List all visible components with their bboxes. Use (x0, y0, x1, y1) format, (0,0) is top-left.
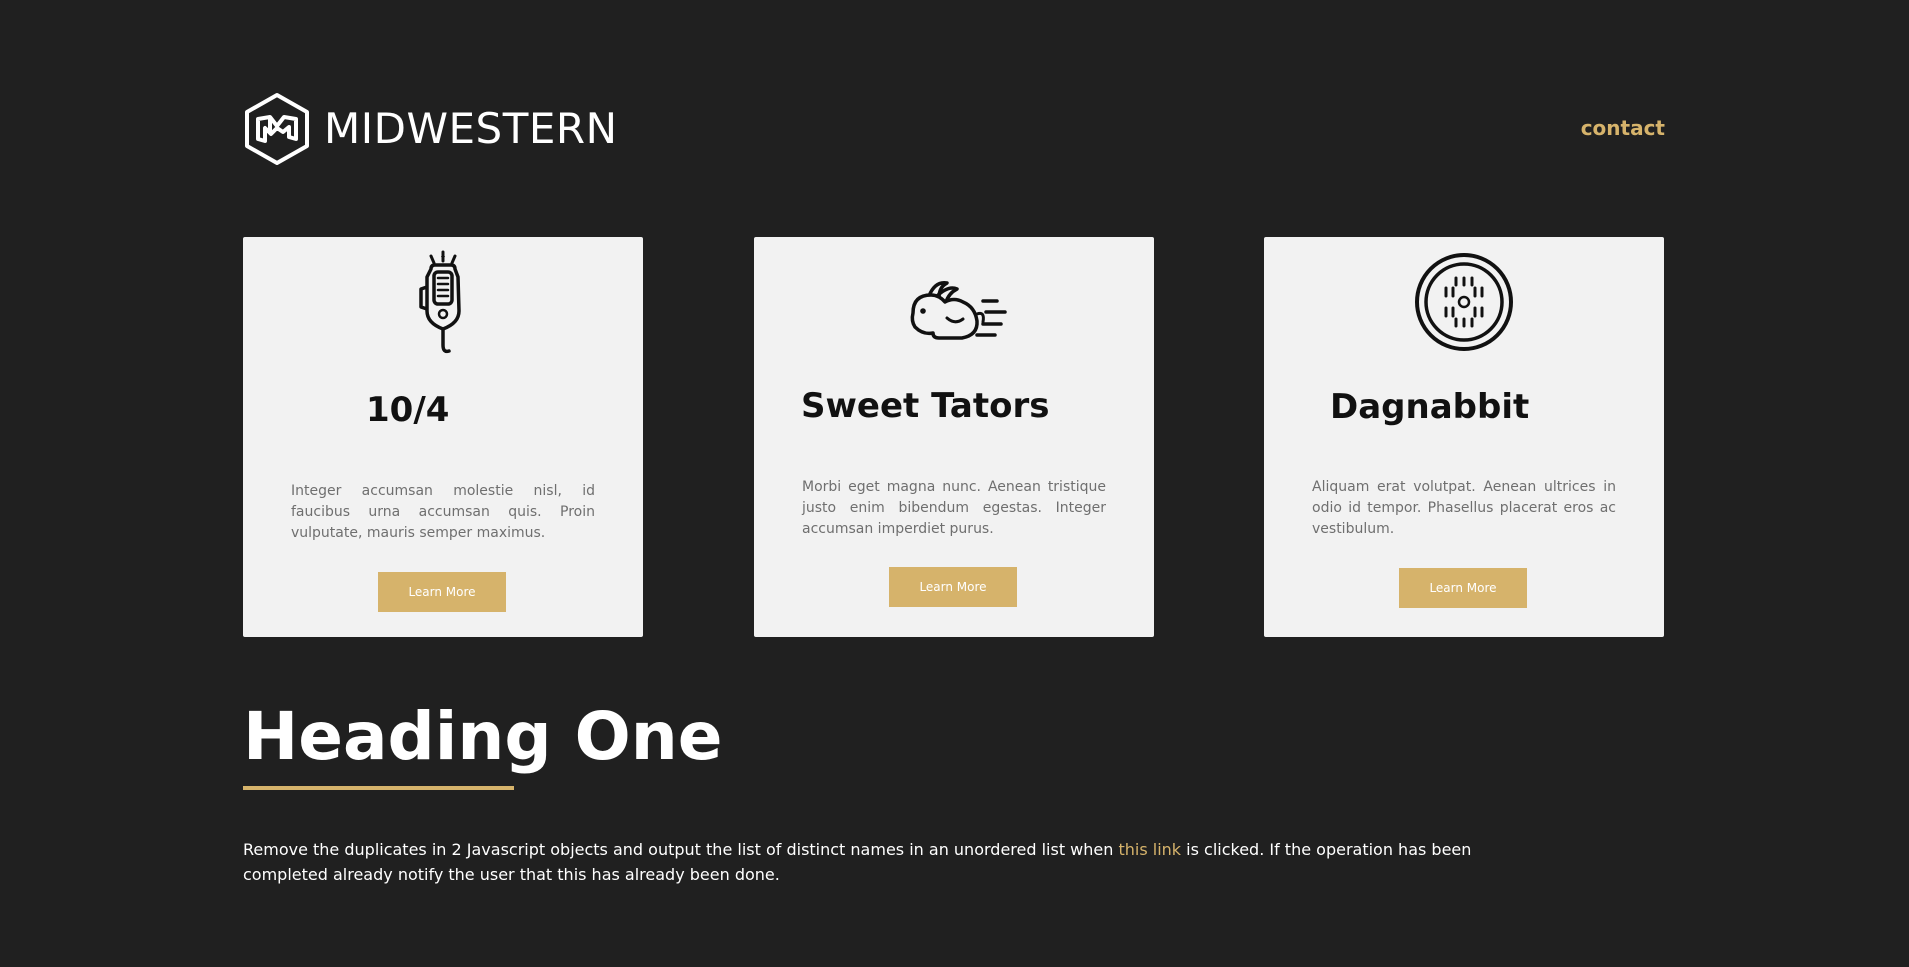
section-paragraph: Remove the duplicates in 2 Javascript ob… (243, 837, 1543, 887)
heading-underline (243, 786, 514, 790)
brand-name: MIDWESTERN (324, 104, 618, 153)
brand-logo[interactable]: MIDWESTERN (243, 92, 617, 166)
section-heading: Heading One (243, 698, 723, 775)
card-description: Integer accumsan molestie nisl, id fauci… (291, 483, 595, 541)
card-title: Sweet Tators (801, 386, 1050, 426)
manhole-cover-icon (1415, 253, 1513, 351)
contact-link[interactable]: contact (1581, 116, 1665, 140)
card-title: 10/4 (366, 390, 450, 430)
learn-more-button[interactable]: Learn More (1399, 568, 1527, 608)
feature-card: Sweet Tators Morbi eget magna nunc. Aene… (754, 237, 1154, 637)
learn-more-button[interactable]: Learn More (378, 572, 506, 612)
site-header: MIDWESTERN contact (243, 92, 1665, 166)
running-rabbit-icon (910, 281, 1007, 340)
card-description: Aliquam erat volutpat. Aenean ultrices i… (1312, 479, 1616, 537)
remove-duplicates-link[interactable]: this link (1118, 840, 1181, 859)
card-description: Morbi eget magna nunc. Aenean tristique … (802, 479, 1106, 537)
card-title: Dagnabbit (1330, 387, 1530, 427)
paragraph-text-before-link: Remove the duplicates in 2 Javascript ob… (243, 840, 1119, 859)
learn-more-button[interactable]: Learn More (889, 567, 1017, 607)
feature-card: Dagnabbit Aliquam erat volutpat. Aenean … (1264, 237, 1664, 637)
midwestern-logo-icon (245, 93, 309, 165)
handheld-radio-icon (419, 250, 461, 354)
feature-card: 10/4 Integer accumsan molestie nisl, id … (243, 237, 643, 637)
